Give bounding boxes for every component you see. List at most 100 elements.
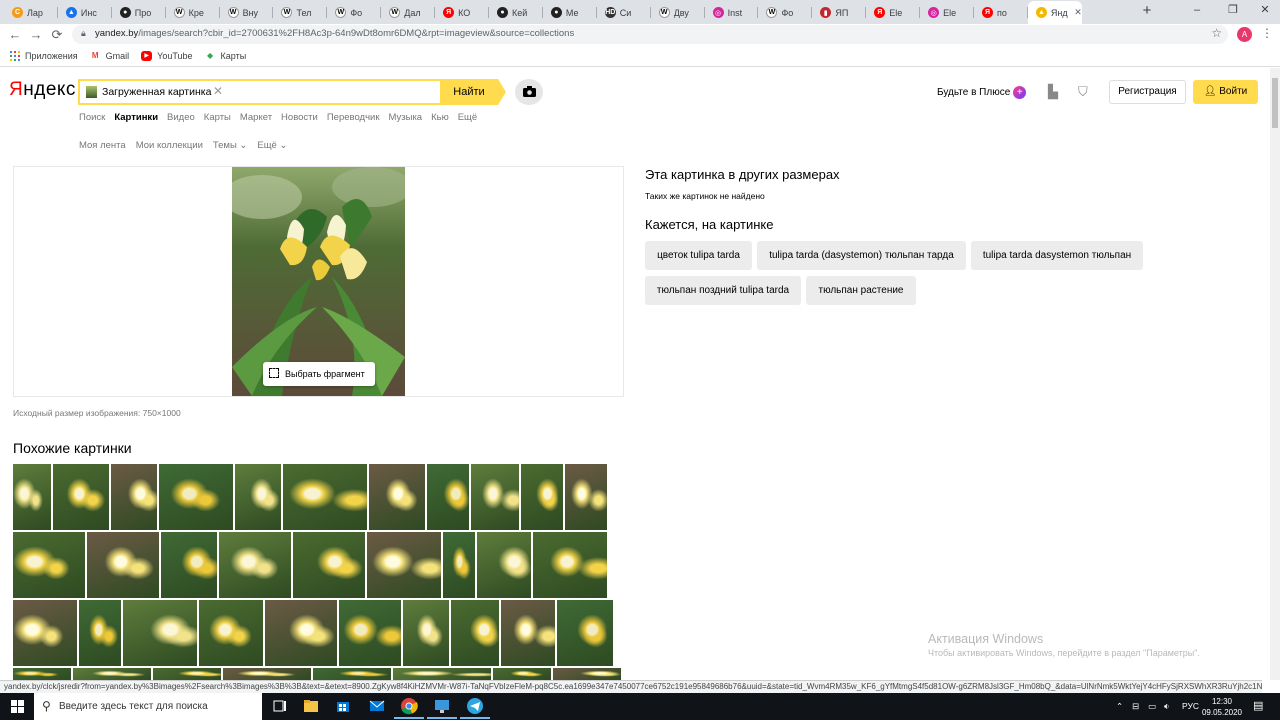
browser-tab[interactable]: W Вну — [220, 1, 274, 24]
collections-icon[interactable]: ▙ — [1048, 84, 1058, 100]
page-scrollbar[interactable] — [1270, 68, 1280, 680]
mail-icon[interactable] — [367, 696, 387, 716]
similar-image-thumbnail[interactable] — [339, 600, 401, 666]
similar-image-thumbnail[interactable] — [283, 464, 367, 530]
browser-tab[interactable]: W Фо — [327, 1, 382, 24]
browser-tab[interactable]: ▲ Инс — [58, 1, 112, 24]
back-button[interactable]: ← — [6, 26, 24, 44]
similar-image-thumbnail[interactable] — [199, 600, 263, 666]
minimize-button[interactable]: – — [1180, 0, 1214, 22]
tab-close-icon[interactable]: ✕ — [1074, 7, 1082, 18]
yandex-logo[interactable]: Яндекс — [9, 79, 76, 101]
similar-image-thumbnail[interactable] — [443, 532, 475, 598]
browser-tab[interactable]: ◎ Inst — [705, 1, 759, 24]
browser-tab[interactable]: С Лар — [4, 1, 58, 24]
notifications-icon[interactable]: ▤ — [1253, 693, 1263, 720]
shield-icon[interactable]: ⛉ — [1078, 84, 1088, 100]
store-icon[interactable] — [333, 696, 353, 716]
similar-image-thumbnail[interactable] — [265, 600, 337, 666]
similar-image-thumbnail[interactable] — [367, 532, 441, 598]
address-bar[interactable]: 🔒︎ yandex.by/images/search?cbir_id=27006… — [72, 25, 1228, 44]
service-link[interactable]: Ещё — [458, 112, 477, 123]
browser-tab[interactable]: Я Ele — [866, 1, 921, 24]
similar-image-thumbnail[interactable] — [235, 464, 281, 530]
tag-button[interactable]: цветок tulipa tarda — [645, 241, 752, 270]
taskbar-clock[interactable]: 12:30 09.05.2020 — [1200, 696, 1244, 718]
new-tab-button[interactable]: + — [1139, 3, 1155, 19]
similar-image-thumbnail[interactable] — [53, 464, 109, 530]
similar-image-thumbnail[interactable] — [153, 668, 221, 680]
start-button[interactable] — [0, 693, 34, 720]
similar-image-thumbnail[interactable] — [111, 464, 157, 530]
similar-image-thumbnail[interactable] — [553, 668, 621, 680]
similar-image-thumbnail[interactable] — [123, 600, 197, 666]
similar-image-thumbnail[interactable] — [313, 668, 391, 680]
similar-image-thumbnail[interactable] — [501, 600, 555, 666]
tag-button[interactable]: тюльпан поздний tulipa tarda — [645, 276, 801, 305]
similar-image-thumbnail[interactable] — [521, 464, 563, 530]
similar-image-thumbnail[interactable] — [13, 464, 51, 530]
service-link[interactable]: Видео — [167, 112, 195, 123]
plus-promo[interactable]: Будьте в Плюсе + — [937, 86, 1027, 99]
browser-tab[interactable]: W Кре — [166, 1, 220, 24]
file-explorer-icon[interactable] — [301, 696, 321, 716]
battery-icon[interactable]: ▭ — [1148, 693, 1156, 720]
remote-desktop-icon[interactable] — [427, 696, 457, 719]
select-fragment-button[interactable]: Выбрать фрагмент — [263, 362, 375, 386]
camera-search-button[interactable] — [515, 79, 543, 105]
telegram-icon[interactable] — [460, 696, 490, 719]
browser-tab[interactable]: ● Ме — [543, 1, 597, 24]
similar-image-thumbnail[interactable] — [87, 532, 159, 598]
bookmark-gmail[interactable]: M Gmail — [90, 51, 129, 61]
similar-image-thumbnail[interactable] — [471, 464, 519, 530]
taskbar-search-input[interactable]: ⚲ Введите здесь текст для поиска — [34, 693, 262, 720]
forward-button[interactable]: → — [27, 26, 45, 44]
browser-tab[interactable]: HD Си — [597, 1, 651, 24]
browser-tab[interactable]: ● Кей — [489, 1, 543, 24]
scrollbar-thumb[interactable] — [1272, 78, 1278, 128]
bookmark-star-icon[interactable]: ☆ — [1211, 26, 1222, 40]
subnav-link[interactable]: Мои коллекции — [136, 140, 203, 151]
subnav-link[interactable]: Ещё ⌄ — [257, 140, 287, 151]
browser-tab[interactable]: W Дву — [651, 1, 705, 24]
browser-tab[interactable]: W Фо — [758, 1, 813, 24]
similar-image-thumbnail[interactable] — [451, 600, 499, 666]
service-link[interactable]: Маркет — [240, 112, 272, 123]
service-link[interactable]: Переводчик — [327, 112, 380, 123]
similar-image-thumbnail[interactable] — [73, 668, 151, 680]
login-button[interactable]: 👤︎ Войти — [1193, 80, 1258, 104]
subnav-link[interactable]: Темы ⌄ — [213, 140, 248, 151]
similar-image-thumbnail[interactable] — [477, 532, 531, 598]
similar-image-thumbnail[interactable] — [219, 532, 291, 598]
similar-image-thumbnail[interactable] — [369, 464, 425, 530]
reload-button[interactable]: ⟳ — [48, 26, 66, 44]
similar-image-thumbnail[interactable] — [427, 464, 469, 530]
similar-image-thumbnail[interactable] — [79, 600, 121, 666]
profile-avatar[interactable]: A — [1237, 27, 1252, 42]
browser-tab[interactable]: W Тел — [273, 1, 328, 24]
tag-button[interactable]: тюльпан растение — [806, 276, 916, 305]
service-link[interactable]: Музыка — [388, 112, 422, 123]
register-button[interactable]: Регистрация — [1109, 80, 1186, 104]
browser-tab[interactable]: ▮ ЯП — [812, 1, 867, 24]
lock-icon[interactable]: 🔒︎ — [81, 28, 86, 39]
similar-image-thumbnail[interactable] — [13, 668, 71, 680]
similar-image-thumbnail[interactable] — [223, 668, 311, 680]
service-link[interactable]: Поиск — [79, 112, 105, 123]
tag-button[interactable]: tulipa tarda dasystemon тюльпан — [971, 241, 1143, 270]
find-button[interactable]: Найти — [440, 79, 506, 105]
clear-icon[interactable]: ✕ — [213, 84, 223, 98]
browser-tab[interactable]: Япо — [974, 1, 1028, 24]
service-link[interactable]: Картинки — [114, 112, 158, 123]
bookmark-maps[interactable]: ◆ Карты — [205, 51, 246, 61]
search-input[interactable]: Загруженная картинка ✕ — [78, 79, 440, 105]
browser-tab[interactable]: ◎ Ele — [920, 1, 974, 24]
chrome-icon[interactable] — [394, 696, 424, 719]
tray-overflow-icon[interactable]: ⌃ — [1116, 693, 1123, 720]
tag-button[interactable]: tulipa tarda (dasystemon) тюльпан тарда — [757, 241, 966, 270]
similar-image-thumbnail[interactable] — [293, 532, 365, 598]
browser-tab[interactable]: Я КО — [435, 1, 489, 24]
browser-tab[interactable]: ● Про — [112, 1, 166, 24]
restore-button[interactable]: ❐ — [1216, 0, 1250, 22]
service-link[interactable]: Новости — [281, 112, 318, 123]
